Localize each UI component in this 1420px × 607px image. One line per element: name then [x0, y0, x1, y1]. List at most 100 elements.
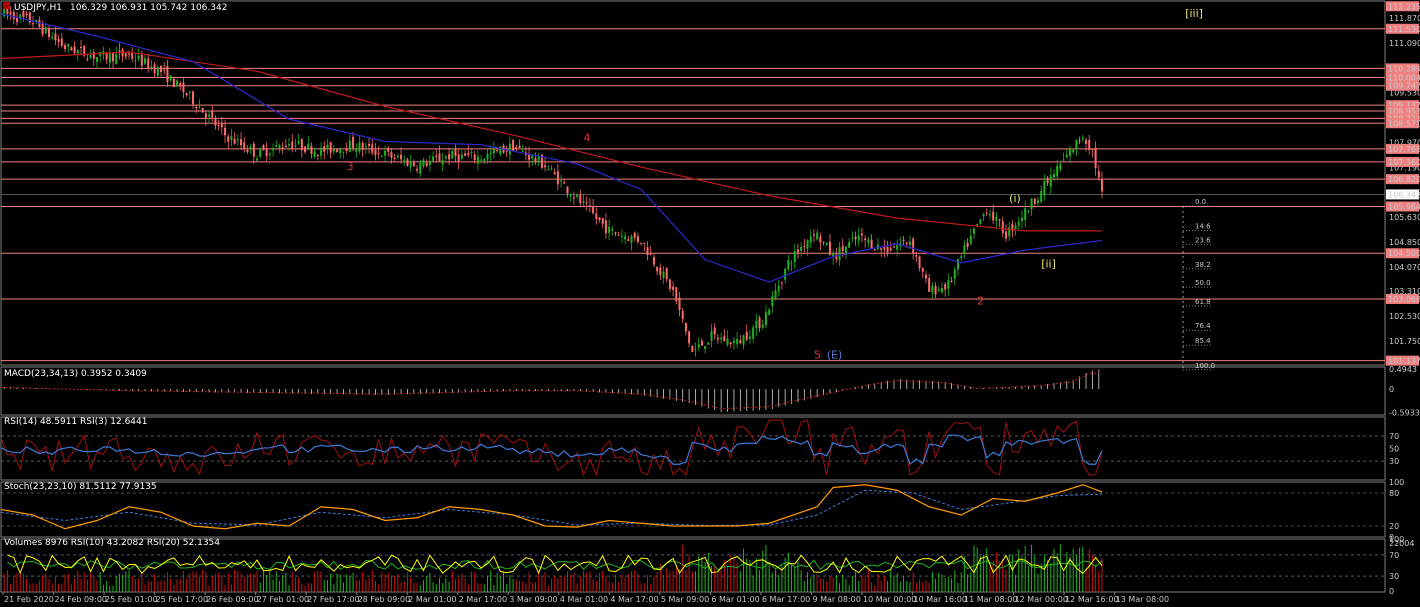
candle-body: [60, 38, 63, 46]
candle-body: [496, 150, 499, 152]
candle-body: [64, 45, 67, 49]
fibonacci-level-label: 0.0: [1195, 198, 1206, 206]
candle-body: [489, 152, 492, 155]
fibonacci-level-label: 100.0: [1195, 362, 1215, 370]
candle-body: [768, 309, 771, 315]
time-label-0: 21 Feb 2020: [4, 595, 54, 604]
candle-body: [851, 237, 854, 239]
candle-body: [652, 256, 655, 265]
candle-body: [742, 335, 745, 345]
candle-body: [137, 55, 140, 60]
candle-body: [262, 145, 265, 150]
candle-body: [556, 171, 559, 185]
stoch-tick-2: 20: [1389, 522, 1399, 531]
price-tag-9: 107.768: [1388, 145, 1420, 154]
candle-body: [80, 47, 83, 49]
candle-body: [368, 143, 371, 146]
candle-body: [675, 287, 678, 302]
candle-body: [694, 348, 697, 350]
candle-body: [521, 150, 524, 152]
wave-label-4: 2: [977, 294, 984, 307]
candle-body: [460, 154, 463, 159]
time-label-5: 27 Feb 01:00: [257, 595, 309, 604]
candle-body: [700, 340, 703, 346]
candle-body: [924, 274, 927, 279]
candle-body: [1043, 180, 1046, 196]
candle-body: [256, 158, 259, 161]
time-label-21: 12 Mar 16:00: [1065, 595, 1118, 604]
candle-body: [147, 58, 150, 69]
candle-body: [659, 267, 662, 275]
candle-body: [732, 340, 735, 343]
candle-body: [374, 149, 377, 156]
candle-body: [473, 154, 476, 161]
candle-body: [796, 249, 799, 253]
candle-body: [323, 146, 326, 152]
candle-body: [553, 172, 556, 174]
candle-body: [86, 58, 89, 60]
candle-body: [307, 143, 310, 149]
candle-body: [169, 75, 172, 81]
time-label-1: 24 Feb 09:00: [55, 595, 107, 604]
candle-body: [707, 342, 710, 345]
time-label-9: 2 Mar 17:00: [459, 595, 507, 604]
panel-frame-3: [0, 481, 1386, 538]
candle-body: [476, 156, 479, 164]
candle-body: [150, 66, 153, 69]
candle-body: [729, 342, 732, 345]
candle-body: [214, 118, 217, 126]
candle-body: [361, 142, 364, 150]
candle-body: [1094, 147, 1097, 169]
price-tag-13: 104.500: [1388, 249, 1420, 258]
candle-body: [812, 234, 815, 236]
candle-body: [387, 147, 390, 152]
candle-body: [377, 152, 380, 154]
window-menu-icon[interactable]: [3, 2, 10, 9]
candle-body: [1101, 178, 1103, 192]
candle-body: [1068, 149, 1071, 156]
main-chart-title: USDJPY,H1: [14, 3, 62, 13]
axis-labels: 111.870111.090110.310109.530108.750107.9…: [1386, 1, 1420, 596]
candle-body: [355, 149, 358, 152]
candle-body: [886, 246, 889, 253]
candle-body: [1075, 140, 1078, 149]
candle-body: [995, 216, 998, 221]
candle-body: [806, 240, 809, 249]
candle-body: [467, 153, 470, 156]
candle-body: [982, 214, 985, 217]
candle-body: [419, 162, 422, 174]
candle-body: [838, 247, 841, 261]
candle-body: [960, 256, 963, 258]
macd-title: MACD(23,34,13) 0.3952 0.3409: [4, 369, 147, 379]
price-tag-1: 111.530: [1388, 25, 1420, 34]
wave-label-7: [iii]: [1185, 7, 1203, 20]
price-tag-11: 106.820: [1388, 175, 1420, 184]
current-price-tag: 106.342: [1388, 190, 1420, 199]
candle-body: [342, 151, 345, 153]
candle-body: [604, 220, 607, 234]
candle-body: [656, 267, 659, 272]
candle-body: [873, 249, 876, 251]
candle-body: [32, 23, 35, 25]
candle-body: [726, 338, 729, 345]
rsi-tick-1: 50: [1389, 445, 1399, 454]
price-tick-1: 111.090: [1389, 39, 1420, 48]
candle-body: [1004, 231, 1007, 239]
candle-body: [105, 53, 108, 60]
candle-body: [230, 136, 233, 141]
candle-body: [227, 136, 230, 142]
candle-body: [1097, 171, 1100, 178]
candle-body: [345, 148, 348, 152]
moving-average-mid: [0, 13, 1103, 283]
candle-body: [947, 280, 950, 289]
candle-body: [134, 60, 137, 62]
candle-body: [70, 47, 73, 51]
candle-body: [710, 331, 713, 341]
candle-body: [1065, 154, 1068, 158]
candle-body: [921, 268, 924, 272]
candle-body: [291, 141, 294, 149]
candle-body: [668, 279, 671, 289]
candle-body: [633, 232, 636, 238]
candle-body: [188, 91, 191, 93]
time-label-3: 25 Feb 17:00: [156, 595, 208, 604]
